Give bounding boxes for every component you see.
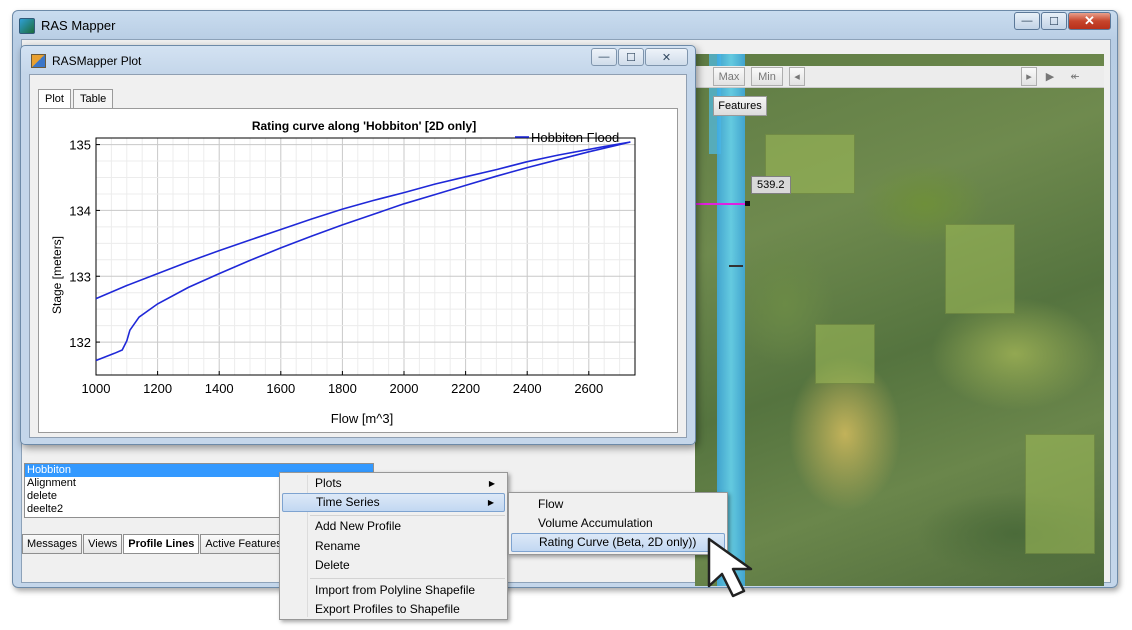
features-button[interactable]: Features	[713, 96, 767, 116]
rewind-icon[interactable]: ↞	[1067, 67, 1083, 86]
max-button[interactable]: Max	[713, 67, 745, 86]
y-tick-label: 134	[69, 203, 91, 218]
menu-item-rename[interactable]: Rename	[282, 537, 505, 556]
chart-legend: Hobbiton Flood	[515, 130, 619, 145]
x-tick-label: 2600	[574, 381, 603, 396]
submenu-item-rating-curve[interactable]: Rating Curve (Beta, 2D only))	[511, 533, 725, 552]
chart-grid	[95, 138, 636, 376]
plot-client-area: Plot Table Rating curve along 'Hobbiton'…	[29, 74, 687, 438]
chart-title: Rating curve along 'Hobbiton' [2D only]	[252, 119, 476, 133]
menu-item-label: Time Series	[316, 495, 380, 509]
minimize-button[interactable]: —	[1014, 12, 1040, 30]
x-tick-label: 1200	[143, 381, 172, 396]
menu-item-plots[interactable]: Plots ▶	[282, 474, 505, 493]
tab-active-features[interactable]: Active Features	[200, 534, 287, 554]
mouse-pointer-icon	[707, 537, 753, 598]
x-tick-label: 1400	[205, 381, 234, 396]
chart-y-ticks: 132 133 134 135	[69, 138, 100, 350]
window-title: RAS Mapper	[41, 18, 116, 33]
chart-series	[95, 141, 631, 362]
map-value-label: 539.2	[751, 176, 791, 194]
map-point-marker	[745, 201, 750, 206]
x-tick-label: 2400	[513, 381, 542, 396]
chart-y-axis-label: Stage [meters]	[50, 236, 64, 314]
map-field	[1025, 434, 1095, 554]
menu-item-time-series[interactable]: Time Series ▶	[282, 493, 505, 512]
tab-plot[interactable]: Plot	[38, 89, 71, 110]
chart-x-axis-label: Flow [m^3]	[331, 411, 393, 426]
min-button[interactable]: Min	[751, 67, 783, 86]
x-tick-label: 1000	[82, 381, 111, 396]
bottom-tabs: Messages Views Profile Lines Active Feat…	[22, 534, 288, 554]
context-menu: Plots ▶ Time Series ▶ Add New Profile Rena…	[279, 472, 508, 620]
map-field	[815, 324, 875, 384]
plot-tabs: Plot Table	[38, 89, 115, 110]
submenu-arrow-icon: ▶	[488, 479, 495, 488]
play-icon[interactable]: ▶	[1043, 67, 1057, 86]
menu-item-delete[interactable]: Delete	[282, 556, 505, 575]
tab-table[interactable]: Table	[72, 89, 114, 109]
tab-messages[interactable]: Messages	[22, 534, 83, 554]
time-series-submenu: Flow Volume Accumulation Rating Curve (B…	[508, 492, 728, 555]
plot-minimize-button[interactable]: —	[591, 48, 617, 66]
menu-separator	[310, 578, 505, 579]
app-icon	[19, 18, 35, 34]
menu-item-export-profiles[interactable]: Export Profiles to Shapefile	[282, 600, 505, 619]
menu-item-import-polyline[interactable]: Import from Polyline Shapefile	[282, 581, 505, 600]
legend-label: Hobbiton Flood	[531, 130, 619, 145]
y-tick-label: 132	[69, 335, 91, 350]
window-controls: — ☐ ✕	[1013, 12, 1111, 30]
plot-window: RASMapper Plot — ☐ ✕ Plot Table Rating c…	[20, 45, 696, 445]
chart-frame: Rating curve along 'Hobbiton' [2D only] …	[38, 108, 678, 433]
x-tick-label: 2200	[451, 381, 480, 396]
map-field	[945, 224, 1015, 314]
maximize-button[interactable]: ☐	[1041, 12, 1067, 30]
plot-window-icon	[31, 54, 46, 68]
profile-line-marker	[729, 265, 743, 267]
submenu-item-flow[interactable]: Flow	[511, 495, 725, 514]
y-tick-label: 135	[69, 138, 91, 153]
menu-item-label: Plots	[315, 476, 342, 490]
plot-window-controls: — ☐ ✕	[590, 48, 688, 66]
chart-plot-area	[95, 137, 636, 376]
tab-views[interactable]: Views	[83, 534, 123, 554]
close-button[interactable]: ✕	[1068, 12, 1111, 30]
x-tick-label: 1600	[266, 381, 295, 396]
map-toolbar: Max Min ◂ ▸ ▶ ↞	[695, 66, 1104, 88]
plot-window-title: RASMapper Plot	[52, 54, 142, 68]
plot-maximize-button[interactable]: ☐	[618, 48, 644, 66]
rating-curve-chart: Rating curve along 'Hobbiton' [2D only] …	[50, 119, 636, 426]
profile-line[interactable]	[695, 203, 747, 205]
plot-close-button[interactable]: ✕	[645, 48, 688, 66]
tab-profile-lines[interactable]: Profile Lines	[123, 534, 200, 554]
submenu-item-volume-accumulation[interactable]: Volume Accumulation	[511, 514, 725, 533]
y-tick-label: 133	[69, 269, 91, 284]
prev-icon[interactable]: ◂	[789, 67, 805, 86]
x-tick-label: 1800	[328, 381, 357, 396]
next-icon[interactable]: ▸	[1021, 67, 1037, 86]
menu-separator	[310, 515, 505, 516]
series-line	[95, 141, 631, 362]
menu-item-add-new-profile[interactable]: Add New Profile	[282, 517, 505, 536]
x-tick-label: 2000	[390, 381, 419, 396]
main-titlebar[interactable]: RAS Mapper — ☐ ✕	[13, 11, 1117, 39]
submenu-arrow-icon: ▶	[487, 498, 494, 507]
map-view[interactable]	[695, 54, 1104, 586]
